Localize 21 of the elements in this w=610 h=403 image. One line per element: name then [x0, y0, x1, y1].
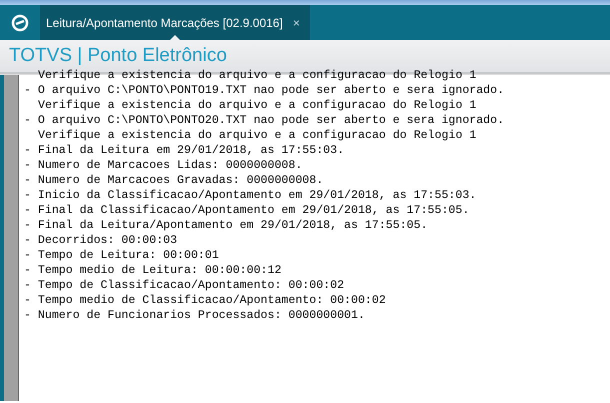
- log-line: - Final da Leitura em 29/01/2018, as 17:55:03.: [24, 143, 346, 158]
- log-line: - Final da Leitura/Apontamento em 29/01/2018, as 17:55:05.: [24, 218, 429, 233]
- log-line: - Decorridos: 00:00:03: [24, 233, 178, 248]
- log-line: - Numero de Marcacoes Gravadas: 0000000008.: [24, 173, 324, 188]
- log-line: - Tempo medio de Leitura: 00:00:00:12: [24, 263, 282, 278]
- close-icon[interactable]: ×: [292, 16, 300, 30]
- log-line: - Final da Classificacao/Apontamento em 29/01/2018, as 17:55:05.: [24, 203, 470, 218]
- log-line: Verifique a existencia do arquivo e a configuracao do Relogio 1: [37, 98, 478, 113]
- tab[interactable]: Leitura/Apontamento Marcações [02.9.0016] ×: [40, 5, 310, 40]
- log-line: - Tempo de Leitura: 00:00:01: [24, 248, 220, 263]
- log-line: - Tempo medio de Classificacao/Apontamento: 00:00:02: [24, 293, 387, 308]
- log-line: - Tempo de Classificacao/Apontamento: 00:00:02: [24, 278, 346, 293]
- log-line: Verifique a existencia do arquivo e a configuracao do Relogio 1: [37, 68, 478, 83]
- log-line: - O arquivo C:\PONTO\PONTO19.TXT nao pode ser aberto e sera ignorado.: [24, 83, 506, 98]
- log-line: - O arquivo C:\PONTO\PONTO20.TXT nao pode ser aberto e sera ignorado.: [24, 113, 506, 128]
- log-line: - Numero de Marcacoes Lidas: 0000000008.: [24, 158, 304, 173]
- log-line: - Inicio da Classificacao/Apontamento em 29/01/2018, as 17:55:03.: [24, 188, 478, 203]
- logo-icon[interactable]: [11, 14, 29, 32]
- log-line: Verifique a existencia do arquivo e a configuracao do Relogio 1: [37, 128, 478, 143]
- app-title: TOTVS | Ponto Eletrônico: [9, 45, 227, 67]
- log-line: - Numero de Funcionarios Processados: 0000000001.: [24, 308, 366, 323]
